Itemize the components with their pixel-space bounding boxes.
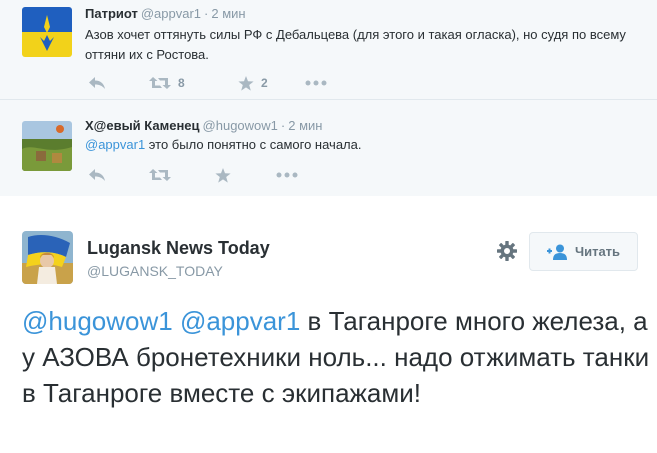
retweet-icon xyxy=(149,169,171,181)
reply-button[interactable] xyxy=(88,165,106,185)
more-button[interactable] xyxy=(276,165,298,185)
tweet-text-body: это было понятно с самого начала. xyxy=(145,137,362,152)
favorite-icon xyxy=(215,167,231,183)
reply-button[interactable] xyxy=(88,73,106,93)
mention-link[interactable]: @appvar1 xyxy=(85,137,145,152)
follow-button[interactable]: Читать xyxy=(529,232,638,271)
retweet-count: 8 xyxy=(178,76,185,90)
follow-button-label: Читать xyxy=(574,244,621,259)
reply-icon xyxy=(89,169,105,181)
gear-icon xyxy=(497,241,517,261)
reply-icon xyxy=(89,77,105,89)
favorite-button[interactable]: 2 xyxy=(238,73,268,93)
favorite-button[interactable] xyxy=(215,165,231,185)
user-name[interactable]: Патриот xyxy=(85,6,138,21)
mention-link[interactable]: @appvar1 xyxy=(180,306,300,336)
favorite-icon xyxy=(238,75,254,91)
avatar[interactable] xyxy=(22,231,73,284)
follow-icon xyxy=(546,244,567,260)
tweet-text: @hugowow1 @appvar1 в Таганроге много жел… xyxy=(22,303,652,411)
user-name[interactable]: Х@евый Каменец xyxy=(85,118,200,133)
user-name[interactable]: Lugansk News Today xyxy=(87,238,270,259)
tweet-text: @appvar1 это было понятно с самого начал… xyxy=(85,135,645,155)
tweet-header: Х@евый Каменец @hugowow1 · 2 мин xyxy=(85,118,322,133)
tweet-header: Патриот @appvar1 · 2 мин xyxy=(85,6,246,21)
user-actions-button[interactable] xyxy=(496,240,518,262)
separator-dot: · xyxy=(280,118,286,133)
timestamp[interactable]: 2 мин xyxy=(211,6,245,21)
mention-link[interactable]: @hugowow1 xyxy=(22,306,173,336)
tweet-text: Азов хочет оттянуть силы РФ с Дебальцева… xyxy=(85,27,626,62)
timestamp[interactable]: 2 мин xyxy=(288,118,322,133)
avatar[interactable] xyxy=(22,7,72,57)
screen-name[interactable]: @hugowow1 xyxy=(203,118,278,133)
retweet-icon xyxy=(149,77,171,89)
retweet-button[interactable]: 8 xyxy=(149,73,185,93)
retweet-button[interactable] xyxy=(149,165,171,185)
avatar[interactable] xyxy=(22,121,72,171)
more-icon xyxy=(305,80,327,86)
more-button[interactable] xyxy=(305,73,327,93)
screen-name[interactable]: @appvar1 xyxy=(141,6,201,21)
screen-name[interactable]: @LUGANSK_TODAY xyxy=(87,263,223,279)
favorite-count: 2 xyxy=(261,76,268,90)
more-icon xyxy=(276,172,298,178)
separator-dot: · xyxy=(204,6,209,21)
